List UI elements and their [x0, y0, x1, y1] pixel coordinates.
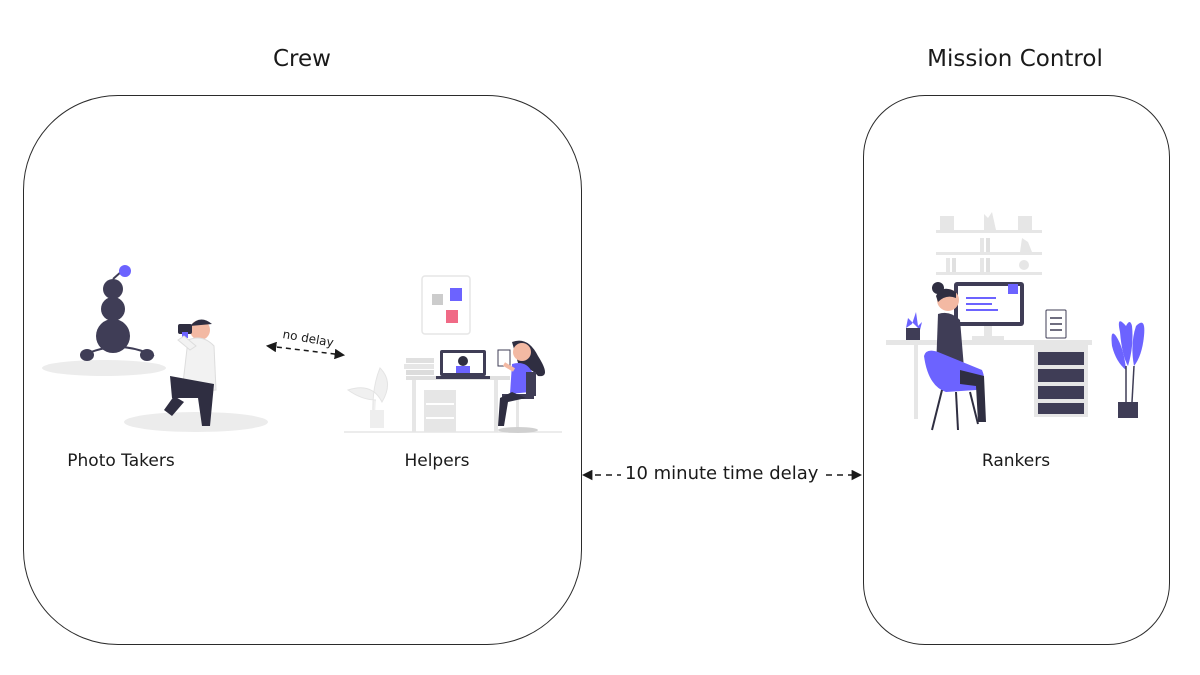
time-delay-label: 10 minute time delay: [621, 463, 823, 484]
diagram-canvas: Crew Mission Control Photo Takers Helper…: [0, 0, 1200, 675]
connectors: [265, 341, 863, 481]
